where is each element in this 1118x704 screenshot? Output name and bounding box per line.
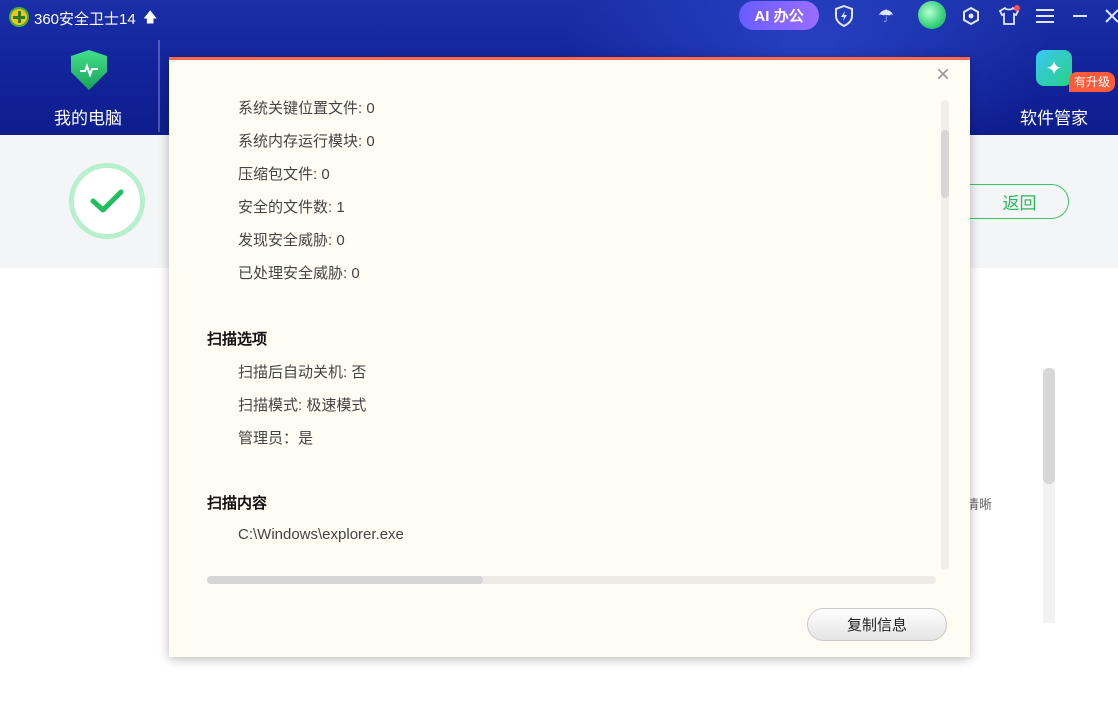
shield-icon: [71, 50, 107, 90]
scan-content-title: 扫描内容: [207, 495, 268, 512]
upgrade-arrow-icon[interactable]: 🡅: [143, 7, 157, 31]
software-manager-icon: ✦: [1036, 50, 1072, 90]
notification-dot: [1014, 5, 1020, 11]
nav-divider: [158, 40, 160, 132]
dialog-horizontal-scrollbar-thumb[interactable]: [207, 576, 483, 584]
copy-info-button[interactable]: 复制信息: [807, 608, 947, 641]
dialog-vertical-scrollbar-thumb[interactable]: [941, 130, 949, 198]
background-scrollbar-thumb[interactable]: [1043, 368, 1055, 484]
settings-icon[interactable]: [960, 5, 982, 27]
window-close-icon[interactable]: [1101, 5, 1118, 27]
upgrade-badge: 有升级: [1069, 72, 1116, 92]
stat-line: 已处理安全威胁: 0: [238, 265, 360, 282]
ai-office-button[interactable]: AI 办公: [739, 1, 819, 30]
scan-option-line: 扫描模式: 极速模式: [238, 397, 367, 414]
title-bar: 360安全卫士14 🡅 AI 办公 ☂: [0, 0, 1118, 34]
scan-details-dialog: × 系统关键位置文件: 0 系统内存运行模块: 0 压缩包文件: 0 安全的文件…: [169, 57, 970, 657]
app-logo-icon: [9, 7, 29, 27]
stat-line: 发现安全威胁: 0: [238, 232, 345, 249]
scan-content-line: C:\Windows\explorer.exe: [238, 526, 404, 543]
protection-shield-icon[interactable]: [833, 5, 855, 27]
app-title: 360安全卫士14: [34, 11, 136, 28]
close-icon[interactable]: ×: [931, 63, 955, 88]
stat-line: 系统内存运行模块: 0: [238, 133, 375, 150]
nav-label-software-manager: 软件管家: [1020, 109, 1088, 128]
minimize-icon[interactable]: [1069, 5, 1091, 27]
menu-icon[interactable]: [1034, 5, 1056, 27]
stat-line: 系统关键位置文件: 0: [238, 100, 375, 117]
scan-option-line: 扫描后自动关机: 否: [238, 364, 367, 381]
nav-label-my-pc: 我的电脑: [54, 109, 122, 128]
scan-options-title: 扫描选项: [207, 331, 268, 348]
stat-line: 安全的文件数: 1: [238, 199, 345, 216]
scan-option-line: 管理员：是: [238, 430, 314, 447]
scan-complete-indicator: [69, 163, 145, 239]
check-icon: [78, 172, 136, 230]
stat-line: 压缩包文件: 0: [238, 166, 330, 183]
nav-item-my-pc[interactable]: 我的电脑: [0, 40, 176, 135]
umbrella-icon[interactable]: ☂: [875, 5, 897, 27]
status-orb-icon[interactable]: [918, 1, 946, 29]
